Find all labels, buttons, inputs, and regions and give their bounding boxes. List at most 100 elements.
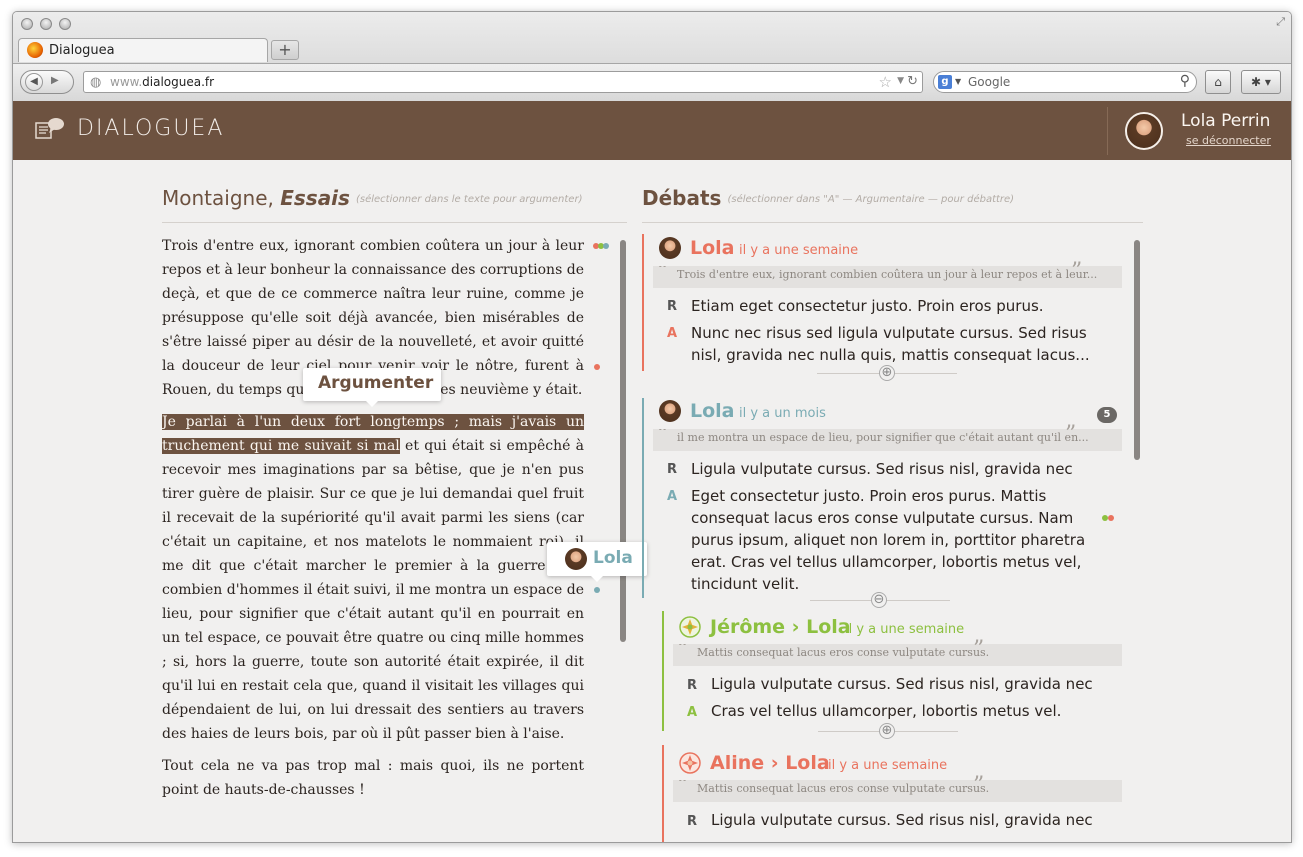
argument-label: A [667, 326, 678, 341]
annotation-marker[interactable] [594, 587, 600, 593]
quote-open-icon: “ [677, 644, 689, 662]
text-panel-title: Montaigne, Essais (sélectionner dans le t… [162, 186, 582, 210]
text-panel-divider [162, 222, 627, 223]
quote-close-icon: ” [973, 773, 985, 798]
quote-text: Mattis consequat lacus eros conse vulput… [697, 782, 990, 795]
lola-annotation-tooltip[interactable]: Lola [547, 542, 647, 582]
annotation-marker[interactable] [594, 364, 600, 370]
browser-tab[interactable]: Dialoguea [18, 38, 268, 62]
quote-open-icon: “ [657, 266, 669, 284]
globe-icon: ◍ [90, 75, 102, 90]
debate-author[interactable]: Aline › Lola [710, 752, 830, 774]
back-arrow-icon[interactable]: ◀ [25, 73, 43, 91]
argument-text[interactable]: Cras vel tellus ullamcorper, lobortis me… [711, 700, 1121, 722]
browser-window: ⤢ Dialoguea + ◀ ▶ ◍ www.dialoguea.fr ☆ ▼… [12, 11, 1292, 843]
response-label: R [687, 814, 698, 829]
debate-quote[interactable]: “ Mattis consequat lacus eros conse vulpu… [673, 644, 1122, 666]
reload-icon[interactable]: ↻ [907, 74, 918, 89]
paragraph[interactable]: Tout cela ne va pas trop mal : mais quoi… [162, 754, 584, 802]
dialogue-bubble-icon [35, 118, 64, 139]
quote-close-icon: ” [1071, 259, 1083, 284]
avatar [659, 237, 681, 259]
forward-arrow-icon[interactable]: ▶ [51, 75, 59, 86]
debates-panel-divider [642, 222, 1143, 223]
addon-icon[interactable]: ✱ ▾ [1241, 70, 1281, 94]
quote-open-icon: “ [677, 780, 689, 798]
avatar[interactable] [1125, 112, 1163, 150]
debate-card[interactable] [662, 745, 664, 842]
url-bar[interactable]: ◍ www.dialoguea.fr ☆ ▼ ↻ [83, 71, 923, 93]
logout-link[interactable]: se déconnecter [1186, 134, 1271, 147]
collapse-minus-icon[interactable]: ⊖ [871, 592, 887, 608]
debates-scrollbar[interactable] [1134, 240, 1140, 460]
essay-text[interactable]: Trois d'entre eux, ignorant combien coût… [162, 234, 584, 810]
quote-text: Trois d'entre eux, ignorant combien coût… [677, 268, 1098, 281]
user-name[interactable]: Lola Perrin [1181, 111, 1270, 131]
home-icon[interactable]: ⌂ [1205, 70, 1231, 94]
zoom-window-button[interactable] [59, 18, 71, 30]
annotation-marker[interactable] [603, 243, 609, 249]
brand-logo[interactable]: DIALOGUEA [77, 116, 224, 141]
google-icon[interactable]: g [938, 75, 952, 89]
argument-text[interactable]: Nunc nec risus sed ligula vulputate curs… [691, 322, 1096, 366]
debate-author[interactable]: Jérôme › Lola [710, 616, 851, 638]
expand-plus-icon[interactable]: ⊕ [879, 365, 895, 381]
expand-plus-icon[interactable]: ⊕ [879, 723, 895, 739]
response-text[interactable]: Etiam eget consectetur justo. Proin eros… [691, 295, 1101, 317]
response-text[interactable]: Ligula vulputate cursus. Sed risus nisl,… [711, 809, 1121, 831]
avatar [679, 616, 701, 638]
debates-title: Débats [642, 186, 722, 210]
paragraph-text[interactable]: et qui était si empêché à recevoir mes i… [162, 438, 584, 742]
url-prefix: www. [110, 75, 143, 89]
bookmark-star-icon[interactable]: ☆ [879, 73, 892, 91]
url-text[interactable]: www.dialoguea.fr [110, 75, 214, 89]
url-host: dialoguea.fr [142, 75, 215, 89]
response-label: R [687, 678, 698, 693]
navigation-bar: ◀ ▶ ◍ www.dialoguea.fr ☆ ▼ ↻ g ▼ Google … [13, 63, 1291, 101]
back-forward-group: ◀ ▶ [20, 70, 74, 94]
argumenter-tooltip[interactable]: Argumenter [303, 368, 441, 407]
debate-quote[interactable]: “ Mattis consequat lacus eros conse vulpu… [673, 780, 1122, 802]
debate-card[interactable] [662, 611, 664, 731]
new-tab-button[interactable]: + [271, 40, 299, 60]
annotation-marker[interactable] [1108, 515, 1114, 521]
debate-time: il y a une semaine [845, 622, 965, 637]
magnifier-icon[interactable]: ⚲ [1180, 73, 1190, 89]
response-text[interactable]: Ligula vulputate cursus. Sed risus nisl,… [711, 673, 1121, 695]
debate-quote[interactable]: “ Trois d'entre eux, ignorant combien coû… [653, 266, 1122, 288]
comment-count-badge[interactable]: 5 [1097, 407, 1117, 423]
author-name: Montaigne, [162, 186, 281, 210]
text-scrollbar[interactable] [620, 240, 626, 642]
argument-text[interactable]: Eget consectetur justo. Proin eros purus… [691, 485, 1096, 595]
debate-card[interactable] [642, 234, 644, 371]
history-dropdown-icon[interactable]: ▼ [897, 76, 904, 86]
search-placeholder: Google [968, 75, 1011, 89]
text-panel-hint: (sélectionner dans le texte pour argumen… [355, 194, 583, 205]
paragraph[interactable]: Je parlai à l'un deux fort longtemps ; m… [162, 410, 584, 746]
response-text[interactable]: Ligula vulputate cursus. Sed risus nisl,… [691, 458, 1101, 480]
debate-card[interactable] [642, 398, 644, 598]
close-window-button[interactable] [21, 18, 33, 30]
quote-open-icon: “ [657, 429, 669, 447]
avatar [565, 548, 587, 570]
debates-hint: (sélectionner dans "A" — Argumentaire — … [727, 194, 1015, 205]
firefox-icon [27, 42, 43, 58]
engine-dropdown-icon[interactable]: ▼ [955, 77, 961, 86]
debate-author[interactable]: Lola [690, 400, 735, 422]
debate-quote[interactable]: “ il me montra un espace de lieu, pour si… [653, 429, 1122, 451]
debate-author[interactable]: Lola [690, 237, 735, 259]
debate-time: il y a une semaine [739, 243, 859, 258]
argument-label: A [667, 489, 678, 504]
quote-text: Mattis consequat lacus eros conse vulput… [697, 646, 990, 659]
minimize-window-button[interactable] [40, 18, 52, 30]
search-box[interactable]: g ▼ Google ⚲ [933, 71, 1197, 93]
quote-text: il me montra un espace de lieu, pour sig… [677, 431, 1089, 444]
response-label: R [667, 299, 678, 314]
work-title: Essais [280, 186, 350, 210]
debate-time: il y a une semaine [828, 758, 948, 773]
debates-panel-title: Débats (sélectionner dans "A" — Argumenta… [642, 186, 1014, 210]
argumenter-label: Argumenter [318, 373, 434, 393]
titlebar: ⤢ Dialoguea + ◀ ▶ ◍ www.dialoguea.fr ☆ ▼… [13, 12, 1291, 101]
fullscreen-icon[interactable]: ⤢ [1276, 15, 1285, 29]
app-header: DIALOGUEA Lola Perrin se déconnecter [13, 101, 1291, 160]
